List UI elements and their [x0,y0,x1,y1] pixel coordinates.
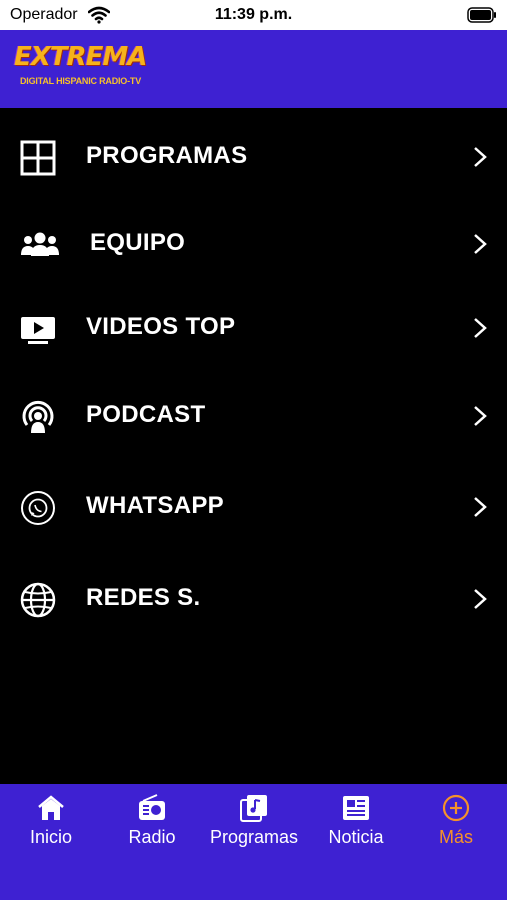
tab-programas[interactable]: Programas [203,784,305,864]
menu-item-whatsapp[interactable]: WHATSAPP [0,464,507,550]
menu-item-equipo[interactable]: EQUIPO [0,201,507,287]
battery-icon [467,7,497,28]
people-group-icon [20,227,59,263]
home-icon [36,794,66,822]
menu-item-programas[interactable]: PROGRAMAS [0,114,507,200]
chevron-right-icon [473,588,487,610]
tab-noticia[interactable]: Noticia [305,784,407,864]
radio-icon [137,794,167,822]
chevron-right-icon [473,146,487,168]
tab-mas[interactable]: Más [405,784,507,864]
app-header: EXTREMA DIGITAL HISPANIC RADIO-TV [0,30,507,108]
plus-circle-icon [441,794,471,822]
menu-item-videos-top[interactable]: VIDEOS TOP [0,285,507,371]
menu-item-label: WHATSAPP [86,492,224,519]
bottom-tab-bar: Inicio Radio Programas Noticia Más [0,784,507,900]
brand-logo: EXTREMA DIGITAL HISPANIC RADIO-TV [14,42,150,98]
tab-label: Más [438,827,473,847]
menu-item-label: PROGRAMAS [86,142,248,169]
menu-item-label: VIDEOS TOP [86,313,236,340]
menu-item-label: PODCAST [86,401,206,428]
newspaper-icon [341,794,371,822]
menu-item-podcast[interactable]: PODCAST [0,373,507,459]
status-bar: Operador 11:39 p.m. [0,0,507,30]
chevron-right-icon [473,317,487,339]
podcast-icon [20,399,56,435]
logo-tagline: DIGITAL HISPANIC RADIO-TV [20,76,142,86]
whatsapp-icon [20,490,56,526]
music-note-icon [239,794,269,822]
tab-inicio[interactable]: Inicio [0,784,102,864]
globe-icon [20,582,56,618]
chevron-right-icon [473,233,487,255]
logo-wordmark: EXTREMA [14,42,147,72]
menu-item-label: REDES S. [86,584,201,611]
tab-radio[interactable]: Radio [101,784,203,864]
menu-item-redes-sociales[interactable]: REDES S. [0,556,507,642]
chevron-right-icon [473,496,487,518]
grid-icon [20,140,56,176]
menu-item-label: EQUIPO [90,229,186,256]
more-menu: PROGRAMAS EQUIPO VIDEOS TOP PODCAST WHAT… [0,108,507,784]
clock: 11:39 p.m. [214,6,293,23]
chevron-right-icon [473,405,487,427]
tv-play-icon [20,311,56,347]
